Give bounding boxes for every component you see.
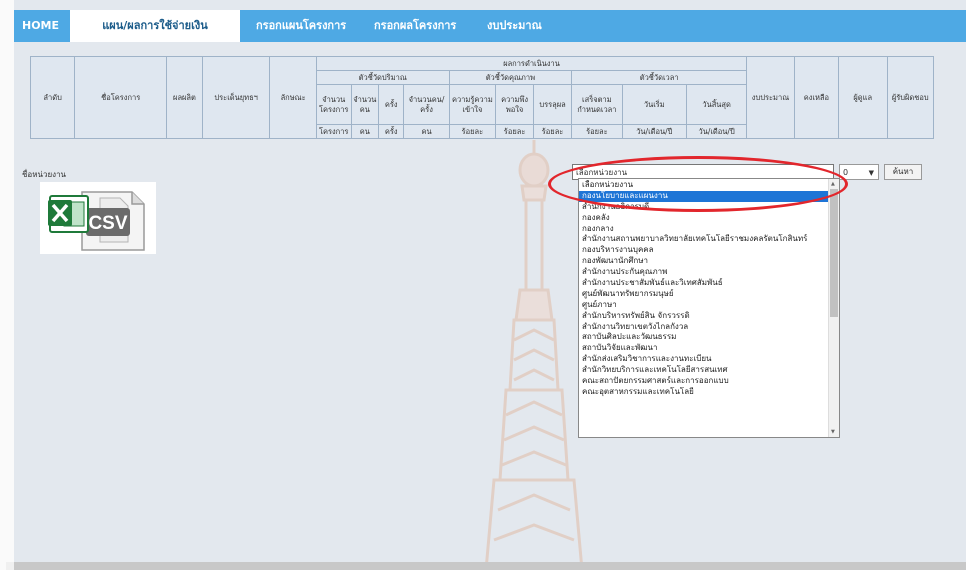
- unit-header: คน: [403, 124, 450, 139]
- col-project-name: ชื่อโครงการ: [74, 56, 168, 139]
- unit-header: ครั้ง: [378, 124, 405, 139]
- nav-enter-plan[interactable]: กรอกแผนโครงการ: [256, 10, 346, 42]
- group-time: ตัวชี้วัดเวลา: [571, 70, 748, 85]
- col-output: ผลผลิต: [166, 56, 203, 139]
- sub-header: วันสิ้นสุด: [685, 84, 748, 125]
- sub-header: บรรลุผล: [533, 84, 573, 125]
- csv-export-button[interactable]: CSV: [40, 182, 156, 254]
- org-option[interactable]: กองกลาง: [579, 224, 829, 235]
- org-option[interactable]: กองบริหารงานบุคคล: [579, 245, 829, 256]
- year-value: 0: [843, 168, 849, 177]
- sub-header: จำนวนคน/ครั้ง: [403, 84, 450, 125]
- university-emblem-watermark: [484, 140, 584, 570]
- org-dropdown-list[interactable]: เลือกหน่วยงาน กองนโยบายและแผนงาน สำนักงานอ…: [578, 178, 840, 438]
- org-label: ชื่อหน่วยงาน: [22, 170, 67, 179]
- group-quality: ตัวชี้วัดคุณภาพ: [448, 70, 573, 85]
- org-option[interactable]: สำนักงานประกันคุณภาพ: [579, 267, 829, 278]
- sub-header: ความรู้ความเข้าใจ: [448, 84, 497, 125]
- scroll-thumb[interactable]: [830, 189, 838, 317]
- org-option[interactable]: คณะสถาปัตยกรรมศาสตร์และการออกแบบ: [579, 376, 829, 387]
- unit-header: คน: [350, 124, 380, 139]
- org-option[interactable]: คณะอุตสาหกรรมและเทคโนโลยี: [579, 387, 829, 398]
- unit-header: วัน/เดือน/ปี: [685, 124, 748, 139]
- unit-header: วัน/เดือน/ปี: [621, 124, 687, 139]
- unit-header: ร้อยละ: [495, 124, 535, 139]
- csv-file-icon: CSV: [48, 191, 145, 251]
- col-strategic-issue: ประเด็นยุทธฯ: [201, 56, 271, 139]
- nav-enter-result[interactable]: กรอกผลโครงการ: [374, 10, 456, 42]
- org-option[interactable]: ศูนย์พัฒนาทรัพยากรมนุษย์: [579, 289, 829, 300]
- org-option[interactable]: กองคลัง: [579, 213, 829, 224]
- sub-header: ความพึงพอใจ: [495, 84, 535, 125]
- scrollbar-corner: [6, 562, 14, 570]
- org-option[interactable]: สำนักบริหารทรัพย์สิน จักรวรรดิ: [579, 311, 829, 322]
- search-button[interactable]: ค้นหา: [884, 164, 922, 180]
- org-option[interactable]: สถาบันศิลปะและวัฒนธรรม: [579, 332, 829, 343]
- org-option[interactable]: สำนักส่งเสริมวิชาการและงานทะเบียน: [579, 354, 829, 365]
- nav-plan-result[interactable]: แผน/ผลการใช้จ่ายเงิน: [70, 10, 240, 42]
- col-contact: ผู้รับผิดชอบ: [886, 56, 935, 139]
- org-option[interactable]: สำนักวิทยบริการและเทคโนโลยีสารสนเทศ: [579, 365, 829, 376]
- sub-header: วันเริ่ม: [621, 84, 687, 125]
- col-remaining: คงเหลือ: [793, 56, 840, 139]
- page-horizontal-scrollbar[interactable]: [6, 562, 966, 570]
- col-budget: งบประมาณ: [746, 56, 795, 139]
- org-option[interactable]: สำนักงานประชาสัมพันธ์และวิเทศสัมพันธ์: [579, 278, 829, 289]
- unit-header: ร้อยละ: [571, 124, 623, 139]
- scroll-down-icon[interactable]: ▼: [831, 429, 835, 435]
- page: HOME แผน/ผลการใช้จ่ายเงิน กรอกแผนโครงการ…: [6, 0, 966, 570]
- sub-header: ครั้ง: [378, 84, 405, 125]
- org-option[interactable]: สำนักงานวิทยาเขตวังไกลกังวล: [579, 322, 829, 333]
- org-option[interactable]: ศูนย์ภาษา: [579, 300, 829, 311]
- org-option[interactable]: กองพัฒนานักศึกษา: [579, 256, 829, 267]
- csv-label: CSV: [88, 213, 127, 234]
- unit-header: โครงการ: [315, 124, 352, 139]
- sub-header: เสร็จตามกำหนดเวลา: [571, 84, 623, 125]
- dropdown-scrollbar[interactable]: ▲ ▼: [828, 179, 839, 437]
- col-owner: ผู้ดูแล: [838, 56, 888, 139]
- results-table-container: ลำดับ ชื่อโครงการ ผลผลิต ประเด็นยุทธฯ ลั…: [29, 56, 950, 139]
- group-quantity: ตัวชี้วัดปริมาณ: [315, 70, 450, 85]
- col-seq: ลำดับ: [29, 56, 76, 139]
- unit-header: ร้อยละ: [448, 124, 497, 139]
- col-performance: ผลการดำเนินงาน: [315, 56, 748, 71]
- sub-header: จำนวนคน: [350, 84, 380, 125]
- org-option[interactable]: สถาบันวิจัยและพัฒนา: [579, 343, 829, 354]
- nav-budget[interactable]: งบประมาณ: [487, 10, 542, 42]
- unit-header: ร้อยละ: [533, 124, 573, 139]
- col-nature: ลักษณะ: [269, 56, 317, 139]
- highlight-ellipse-annotation: [548, 156, 848, 212]
- top-nav: HOME แผน/ผลการใช้จ่ายเงิน กรอกแผนโครงการ…: [14, 10, 966, 42]
- nav-home[interactable]: HOME: [22, 10, 59, 42]
- sub-header: จำนวนโครงการ: [315, 84, 352, 125]
- chevron-down-icon: ▼: [868, 169, 874, 177]
- org-option[interactable]: สำนักงานสถานพยาบาลวิทยาลัยเทคโนโลยีราชมง…: [579, 234, 829, 245]
- excel-icon: [48, 195, 89, 233]
- results-table-header: ลำดับ ชื่อโครงการ ผลผลิต ประเด็นยุทธฯ ลั…: [29, 56, 935, 139]
